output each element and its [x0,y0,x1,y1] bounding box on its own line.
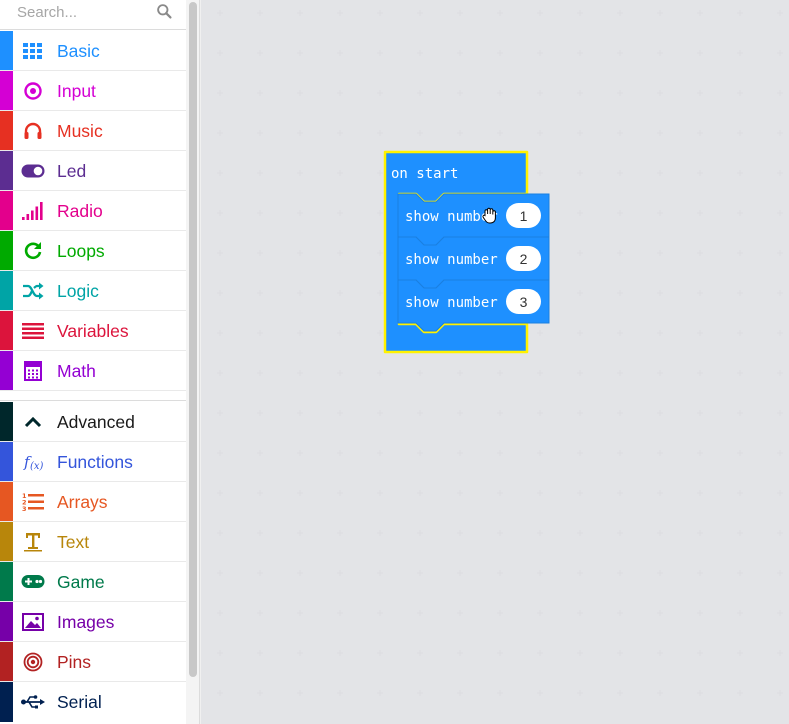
category-color-stripe [0,111,13,150]
category-color-stripe [0,402,13,441]
svg-text:(x): (x) [30,461,44,472]
category-color-stripe [0,351,13,390]
shuffle-icon [21,280,45,302]
category-label: Text [57,532,90,552]
toggle-icon [21,160,45,182]
blocks-layer: on start show number 1 show number 2 sho… [383,150,550,354]
category-label: Pins [57,652,92,672]
category-music[interactable]: Music [0,111,186,151]
category-label: Radio [57,201,103,221]
lines-icon [21,320,45,342]
category-loops[interactable]: Loops [0,231,186,271]
category-label: Serial [57,692,102,712]
category-input[interactable]: Input [0,71,186,111]
number-value: 3 [520,294,528,310]
toolbox-scrollbar[interactable] [189,2,197,677]
category-color-stripe [0,311,13,350]
category-arrays[interactable]: 123 Arrays [0,482,186,522]
category-variables[interactable]: Variables [0,311,186,351]
category-color-stripe [0,31,13,70]
category-color-stripe [0,231,13,270]
category-advanced[interactable]: Advanced [0,402,186,442]
category-color-stripe [0,602,13,641]
category-led[interactable]: Led [0,151,186,191]
category-color-stripe [0,522,13,561]
category-label: Images [57,612,115,632]
refresh-icon [21,240,45,262]
function-icon: f (x) [21,451,45,473]
category-label: Input [57,81,96,101]
search-icon[interactable] [156,3,173,20]
category-images[interactable]: Images [0,602,186,642]
bullseye-icon [21,651,45,673]
category-label: Arrays [57,492,108,512]
number-value: 1 [520,208,528,224]
category-label: Game [57,572,105,592]
numbered-list-icon: 123 [21,491,45,513]
category-color-stripe [0,151,13,190]
category-label: Advanced [57,412,135,432]
toolbox-separator [0,391,186,401]
category-color-stripe [0,482,13,521]
category-text[interactable]: Text [0,522,186,562]
category-radio[interactable]: Radio [0,191,186,231]
category-pins[interactable]: Pins [0,642,186,682]
headphones-icon [21,120,45,142]
blocks-workspace[interactable]: on start show number 1 show number 2 sho… [201,0,789,724]
search-bar [0,0,186,30]
image-icon [21,611,45,633]
show-number-label: show number [405,252,498,268]
on-start-label: on start [391,166,458,182]
chevron-up-icon [21,411,45,433]
category-label: Functions [57,452,133,472]
category-color-stripe [0,682,13,722]
category-color-stripe [0,71,13,110]
category-serial[interactable]: Serial [0,682,186,722]
category-color-stripe [0,191,13,230]
usb-icon [21,691,45,713]
category-color-stripe [0,642,13,681]
category-math[interactable]: Math [0,351,186,391]
category-logic[interactable]: Logic [0,271,186,311]
toolbox: Basic Input Music [0,0,186,724]
search-input[interactable] [17,2,152,22]
category-color-stripe [0,271,13,310]
category-basic[interactable]: Basic [0,31,186,71]
category-color-stripe [0,442,13,481]
calculator-icon [21,360,45,382]
text-icon [21,531,45,553]
editor-root: Basic Input Music [0,0,789,724]
category-functions[interactable]: f (x) Functions [0,442,186,482]
category-game[interactable]: Game [0,562,186,602]
category-label: Variables [57,321,129,341]
category-label: Logic [57,281,99,301]
gamepad-icon [21,571,45,593]
grid-icon [21,40,45,62]
category-label: Math [57,361,96,381]
category-label: Music [57,121,103,141]
target-icon [21,80,45,102]
svg-text:3: 3 [22,505,27,512]
signal-bars-icon [21,200,45,222]
category-label: Basic [57,41,100,61]
category-color-stripe [0,562,13,601]
number-value: 2 [520,251,528,267]
show-number-label: show number [405,295,498,311]
category-label: Led [57,161,87,181]
show-number-block[interactable]: show number 3 [397,279,550,332]
category-label: Loops [57,241,105,261]
